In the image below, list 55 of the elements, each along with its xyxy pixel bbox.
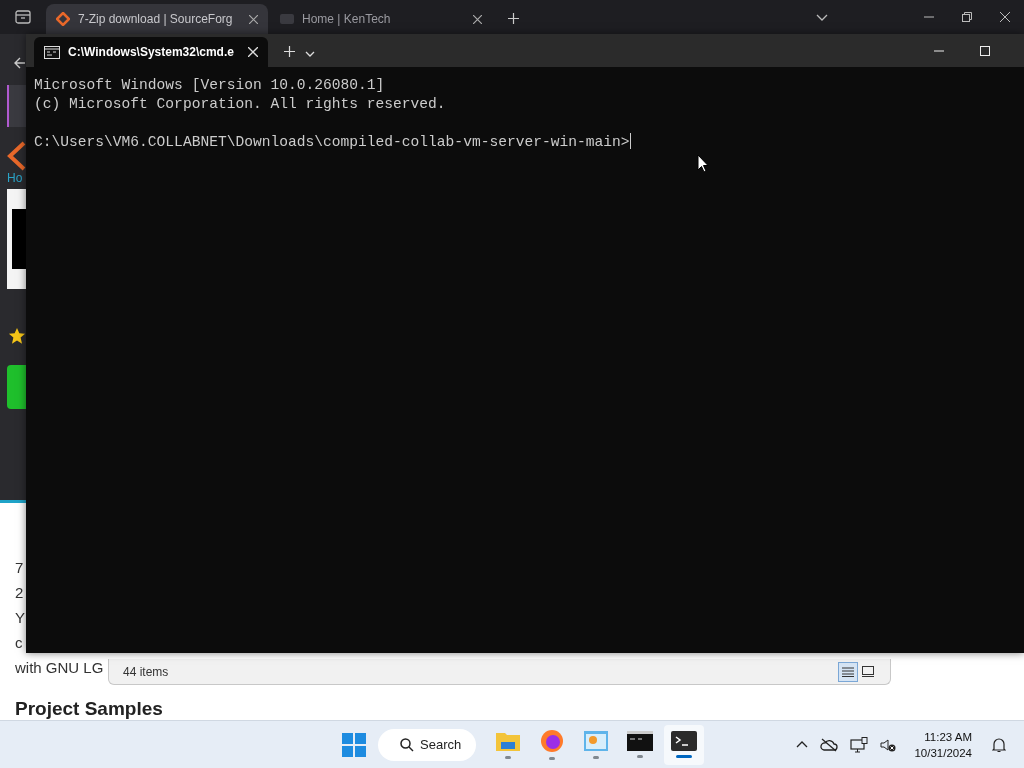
status-text: 44 items bbox=[123, 664, 170, 679]
speaker-muted-icon[interactable] bbox=[880, 737, 897, 752]
body-text: with GNU LG bbox=[15, 659, 104, 677]
close-icon[interactable] bbox=[473, 14, 482, 24]
command-prompt: C:\Users\VM6.COLLABNET\Downloads\compiled-collab-vm-server-win-main> bbox=[34, 134, 630, 150]
search-icon bbox=[400, 737, 414, 752]
folder-icon bbox=[495, 730, 521, 752]
site-logo-icon bbox=[280, 14, 294, 24]
breadcrumb-link[interactable]: Ho bbox=[7, 171, 23, 185]
section-heading: Project Samples bbox=[15, 698, 163, 720]
chevron-up-icon[interactable] bbox=[796, 741, 809, 748]
card-background bbox=[7, 85, 26, 127]
terminal-icon bbox=[671, 731, 697, 751]
clock-date[interactable]: 10/31/2024 bbox=[914, 744, 972, 761]
monitor-icon[interactable] bbox=[850, 736, 869, 753]
tab-title: C:\Windows\System32\cmd.e bbox=[68, 45, 235, 59]
plus-icon[interactable] bbox=[284, 46, 295, 57]
cloud-icon[interactable] bbox=[820, 737, 839, 752]
console-icon bbox=[627, 731, 653, 751]
preview-pane-icon bbox=[862, 666, 874, 677]
cmd-icon bbox=[44, 45, 60, 59]
chevron-down-icon[interactable] bbox=[816, 13, 828, 21]
browser-icon bbox=[540, 729, 564, 753]
back-arrow-icon[interactable] bbox=[14, 57, 26, 69]
terminal-tab[interactable]: C:\Windows\System32\cmd.e bbox=[34, 37, 268, 67]
chevron-down-icon bbox=[305, 51, 315, 57]
taskbar-app-button[interactable] bbox=[664, 724, 704, 765]
diamond-logo-icon bbox=[6, 141, 26, 171]
maximize-icon[interactable] bbox=[980, 45, 990, 56]
search-button[interactable]: Search bbox=[378, 728, 476, 761]
windows-logo-icon bbox=[342, 732, 366, 757]
bell-icon[interactable] bbox=[992, 736, 1006, 753]
details-view-button[interactable] bbox=[838, 661, 858, 682]
control-panel-icon bbox=[583, 730, 609, 752]
tab-title: 7-Zip download | SourceForg bbox=[78, 12, 234, 26]
body-text: 7 bbox=[15, 559, 24, 577]
dropdown-button[interactable] bbox=[305, 51, 315, 57]
body-text: c bbox=[15, 634, 23, 652]
star-icon bbox=[8, 327, 26, 345]
body-text: 2 bbox=[15, 584, 24, 602]
body-text: Y bbox=[15, 609, 25, 627]
close-icon[interactable] bbox=[1000, 12, 1010, 22]
list-icon bbox=[842, 666, 854, 677]
clock-time[interactable]: 11:23 AM bbox=[924, 728, 972, 745]
console-line: Microsoft Windows [Version 10.0.26080.1] bbox=[34, 76, 386, 95]
tab-actions-icon[interactable] bbox=[15, 10, 31, 24]
tab-title: Home | KenTech bbox=[302, 12, 392, 26]
mouse-pointer-icon bbox=[697, 154, 709, 173]
restore-icon[interactable] bbox=[962, 12, 972, 22]
browser-tab[interactable]: Home | KenTech bbox=[270, 4, 492, 34]
browser-tab[interactable]: 7-Zip download | SourceForg bbox=[46, 4, 268, 34]
text-cursor bbox=[629, 133, 631, 149]
plus-icon[interactable] bbox=[508, 13, 519, 24]
console-line: (c) Microsoft Corporation. All rights reserved. bbox=[34, 95, 447, 114]
diamond-logo-icon bbox=[56, 12, 70, 26]
